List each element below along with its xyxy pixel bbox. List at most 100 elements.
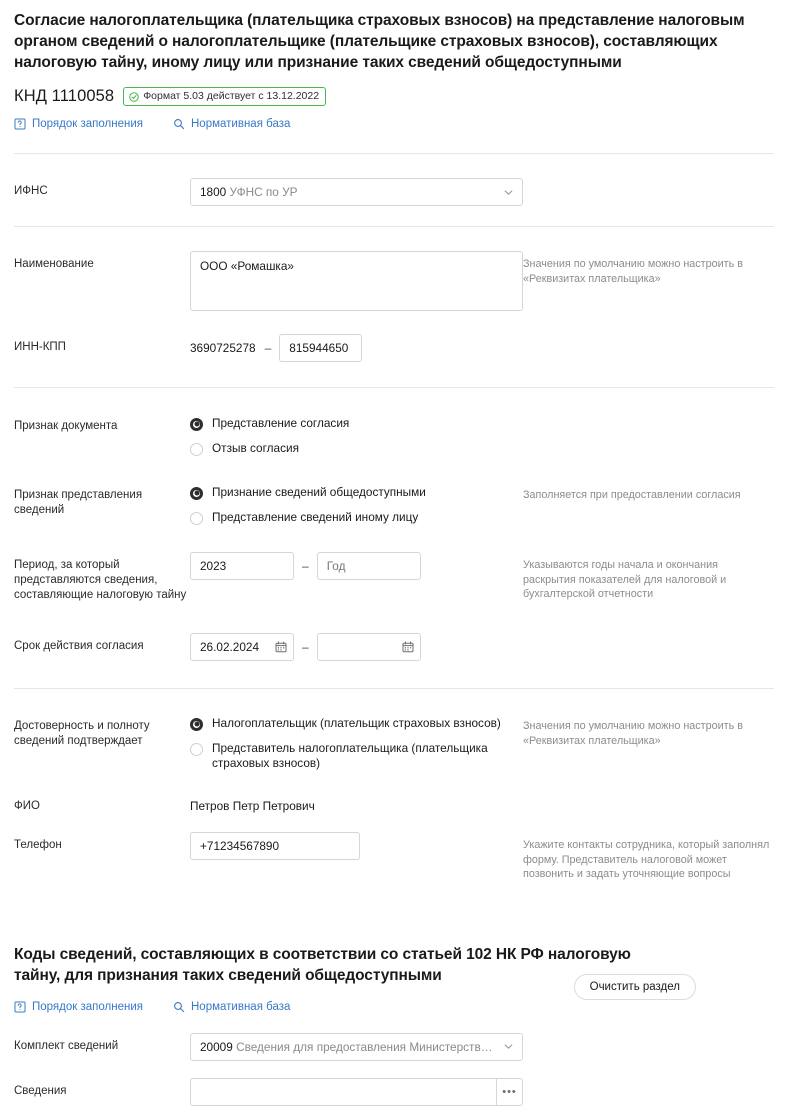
inn-kpp-separator: – bbox=[264, 341, 272, 355]
link-legal-base-2-label: Нормативная база bbox=[191, 1000, 291, 1013]
info-sign-radio-group: Признание сведений общедоступными Предст… bbox=[190, 482, 523, 525]
info-input-group: ••• bbox=[190, 1077, 523, 1106]
search-icon bbox=[173, 118, 185, 130]
radio-mark bbox=[190, 511, 203, 525]
label-confirm: Достоверность и полноту сведений подтвер… bbox=[14, 720, 150, 747]
radio-info-sign-0-label: Признание сведений общедоступными bbox=[212, 485, 426, 499]
radio-doc-sign-0-label: Представление согласия bbox=[212, 416, 350, 430]
ifns-select-rest: УФНС по УР bbox=[229, 185, 298, 199]
kit-select-code: 20009 bbox=[200, 1039, 233, 1054]
link-fill-order-label: Порядок заполнения bbox=[32, 118, 143, 130]
radio-mark bbox=[190, 486, 203, 500]
radio-doc-sign-1[interactable]: Отзыв согласия bbox=[190, 441, 523, 456]
kpp-input[interactable] bbox=[279, 334, 363, 362]
search-icon bbox=[173, 1001, 185, 1013]
label-fio: ФИО bbox=[14, 800, 40, 812]
hint-validity bbox=[523, 633, 786, 639]
page-title: Согласие налогоплательщика (плательщика … bbox=[14, 12, 745, 71]
radio-info-sign-0[interactable]: Признание сведений общедоступными bbox=[190, 485, 523, 500]
kit-select[interactable]: 20009 Сведения для предоставления Минист… bbox=[190, 1032, 523, 1061]
help-links-top: Порядок заполнения Нормативная база bbox=[0, 106, 786, 130]
period-to-input[interactable] bbox=[316, 552, 421, 580]
radio-doc-sign-1-label: Отзыв согласия bbox=[212, 441, 299, 455]
row-info: Сведения ••• bbox=[0, 1061, 786, 1106]
kit-select-rest: Сведения для предоставления Министерств… bbox=[236, 1039, 493, 1054]
row-confirm: Достоверность и полноту сведений подтвер… bbox=[0, 689, 786, 771]
calendar-icon[interactable] bbox=[275, 641, 287, 653]
hint-info bbox=[523, 1078, 786, 1084]
hint-kit bbox=[523, 1033, 786, 1039]
radio-confirm-0[interactable]: Налогоплательщик (плательщик страховых в… bbox=[190, 716, 523, 731]
validity-from-wrap bbox=[190, 633, 294, 661]
phone-input[interactable] bbox=[190, 832, 360, 860]
radio-confirm-1[interactable]: Представитель налогоплательщика (платель… bbox=[190, 741, 523, 771]
link-legal-base[interactable]: Нормативная база bbox=[173, 118, 290, 130]
knd-code: КНД 1110058 bbox=[14, 87, 115, 105]
hint-phone: Укажите контакты сотрудника, который зап… bbox=[523, 839, 770, 880]
period-from-input[interactable] bbox=[190, 552, 294, 580]
label-doc-sign: Признак документа bbox=[14, 420, 118, 432]
row-inn-kpp: ИНН-КПП 3690725278 – bbox=[0, 316, 786, 362]
row-info-sign: Признак представления сведений Признание… bbox=[0, 456, 786, 525]
radio-confirm-1-label: Представитель налогоплательщика (платель… bbox=[212, 741, 488, 770]
label-kit: Комплект сведений bbox=[14, 1039, 119, 1052]
tax-consent-form-page: Согласие налогоплательщика (плательщика … bbox=[0, 0, 786, 1107]
check-circle-icon bbox=[129, 91, 139, 102]
radio-mark bbox=[190, 742, 203, 756]
radio-mark bbox=[190, 717, 203, 731]
hint-ifns bbox=[523, 178, 786, 184]
row-period: Период, за который представляются сведен… bbox=[0, 525, 786, 603]
confirm-radio-group: Налогоплательщик (плательщик страховых в… bbox=[190, 713, 523, 771]
manual-book-icon bbox=[14, 118, 26, 130]
section-codes: Коды сведений, составляющих в соответств… bbox=[0, 944, 786, 1000]
validity-to-wrap bbox=[316, 633, 421, 661]
calendar-icon[interactable] bbox=[402, 641, 414, 653]
name-textarea[interactable] bbox=[190, 251, 523, 311]
label-info: Сведения bbox=[14, 1084, 67, 1097]
hint-period: Указываются годы начала и окончания раск… bbox=[523, 559, 727, 600]
hint-doc-sign bbox=[523, 413, 786, 419]
row-phone: Телефон Укажите контакты сотрудника, кот… bbox=[0, 814, 786, 882]
label-ifns: ИФНС bbox=[14, 185, 48, 197]
hint-name: Значения по умолчанию можно настроить в … bbox=[523, 258, 743, 285]
label-phone: Телефон bbox=[14, 839, 62, 851]
fio-value: Петров Петр Петрович bbox=[190, 799, 315, 813]
row-fio: ФИО Петров Петр Петрович bbox=[0, 771, 786, 814]
format-status-badge: Формат 5.03 действует с 13.12.2022 bbox=[123, 87, 327, 106]
radio-doc-sign-0[interactable]: Представление согласия bbox=[190, 416, 523, 431]
manual-book-icon bbox=[14, 1001, 26, 1013]
label-validity: Срок действия согласия bbox=[14, 640, 144, 652]
info-input[interactable] bbox=[191, 1078, 496, 1105]
format-badge-label: Формат 5.03 действует с 13.12.2022 bbox=[143, 90, 320, 102]
label-period: Период, за который представляются сведен… bbox=[14, 559, 187, 601]
radio-info-sign-1[interactable]: Представление сведений иному лицу bbox=[190, 510, 523, 525]
info-browse-button[interactable]: ••• bbox=[496, 1078, 522, 1105]
radio-mark bbox=[190, 442, 203, 456]
row-ifns: ИФНС 1800 УФНС по УР bbox=[0, 154, 786, 206]
chevron-down-icon bbox=[503, 1041, 514, 1052]
clear-section-button[interactable]: Очистить раздел bbox=[573, 973, 696, 1000]
ifns-select-code: 1800 bbox=[200, 185, 227, 199]
row-kit: Комплект сведений 20009 Сведения для пре… bbox=[0, 1013, 786, 1061]
hint-confirm: Значения по умолчанию можно настроить в … bbox=[523, 720, 743, 747]
link-fill-order-2[interactable]: Порядок заполнения bbox=[14, 1001, 143, 1013]
row-validity: Срок действия согласия 26.02.2024 – bbox=[0, 603, 786, 661]
link-legal-base-label: Нормативная база bbox=[191, 118, 291, 130]
link-fill-order[interactable]: Порядок заполнения bbox=[14, 118, 143, 130]
radio-confirm-0-label: Налогоплательщик (плательщик страховых в… bbox=[212, 716, 501, 730]
hint-fio bbox=[523, 793, 786, 799]
link-fill-order-2-label: Порядок заполнения bbox=[32, 1000, 143, 1013]
label-name: Наименование bbox=[14, 258, 94, 270]
row-doc-sign: Признак документа Представление согласия… bbox=[0, 388, 786, 456]
radio-mark bbox=[190, 417, 203, 431]
hint-info-sign: Заполняется при предоставлении согласия bbox=[523, 489, 741, 501]
label-inn-kpp: ИНН-КПП bbox=[14, 341, 66, 353]
link-legal-base-2[interactable]: Нормативная база bbox=[173, 1001, 290, 1013]
period-separator: – bbox=[302, 559, 309, 573]
knd-row: КНД 1110058 Формат 5.03 действует с 13.1… bbox=[0, 73, 786, 106]
ifns-select[interactable]: 1800 УФНС по УР bbox=[190, 178, 523, 206]
doc-sign-radio-group: Представление согласия Отзыв согласия bbox=[190, 413, 523, 456]
chevron-down-icon bbox=[503, 187, 514, 198]
validity-separator: – bbox=[302, 640, 309, 654]
label-info-sign: Признак представления сведений bbox=[14, 489, 143, 516]
